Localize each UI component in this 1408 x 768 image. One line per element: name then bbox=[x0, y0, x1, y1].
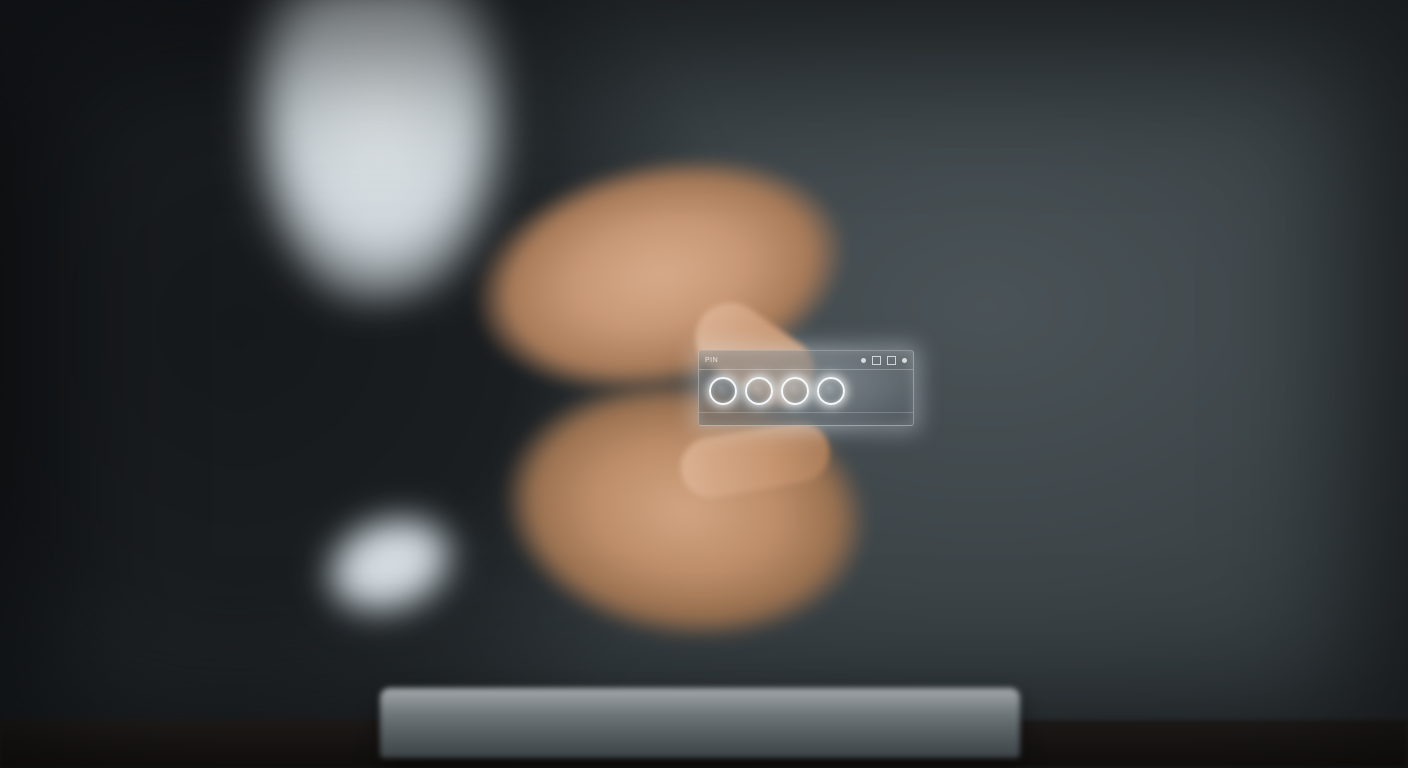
shirt-collar bbox=[244, 0, 515, 304]
hologram-pin-row bbox=[699, 370, 913, 412]
hologram-pin-panel: PIN bbox=[698, 350, 914, 426]
hologram-panel-footer bbox=[699, 412, 913, 425]
pin-digit-slot[interactable] bbox=[745, 377, 773, 405]
photo-scene: PIN bbox=[0, 0, 1408, 768]
pin-digit-slot[interactable] bbox=[781, 377, 809, 405]
pin-digit-slot[interactable] bbox=[817, 377, 845, 405]
hologram-header-label: PIN bbox=[705, 357, 718, 364]
window-icon bbox=[887, 356, 896, 365]
tablet-device bbox=[380, 688, 1020, 758]
hologram-header-icons bbox=[861, 356, 907, 365]
pin-digit-slot[interactable] bbox=[709, 377, 737, 405]
hologram-panel-header: PIN bbox=[699, 351, 913, 370]
status-dot-icon bbox=[902, 358, 907, 363]
window-icon bbox=[872, 356, 881, 365]
status-dot-icon bbox=[861, 358, 866, 363]
